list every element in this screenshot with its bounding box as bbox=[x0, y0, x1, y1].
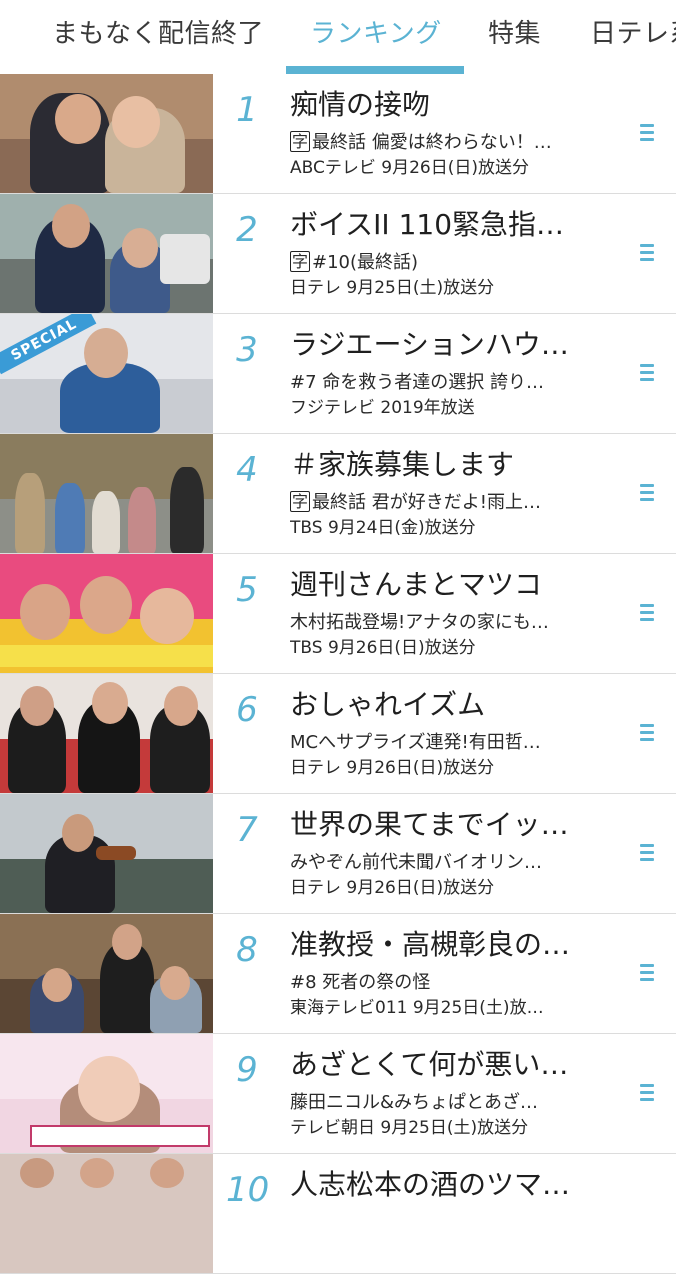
episode-subtitle: 字最終話 君が好きだよ!雨上… bbox=[290, 490, 620, 516]
episode-subtitle-text: 最終話 偏愛は終わらない！… bbox=[312, 132, 552, 153]
episode-subtitle-text: 最終話 君が好きだよ!雨上… bbox=[312, 492, 541, 513]
thumbnail bbox=[0, 674, 213, 793]
rank-number: 8 bbox=[236, 930, 258, 970]
ranking-list: 1 痴情の接吻 字最終話 偏愛は終わらない！… ABCテレビ 9月26日(日)放… bbox=[0, 74, 676, 1274]
ranking-row[interactable]: 10 人志松本の酒のツマ… bbox=[0, 1154, 676, 1274]
tab-ranking[interactable]: ランキング bbox=[310, 16, 442, 52]
broadcast-info: 日テレ 9月26日(日)放送分 bbox=[290, 758, 495, 778]
thumbnail bbox=[0, 914, 213, 1033]
more-menu-icon[interactable] bbox=[640, 244, 656, 264]
more-menu-icon[interactable] bbox=[640, 724, 656, 744]
more-menu-icon[interactable] bbox=[640, 1084, 656, 1104]
ranking-row[interactable]: 2 ボイスII 110緊急指… 字 #10(最終話) 日テレ 9月25日(土)放送… bbox=[0, 194, 676, 314]
program-title: 人志松本の酒のツマ… bbox=[290, 1168, 571, 1201]
caption-badge: 字 bbox=[290, 131, 311, 152]
caption-badge: 字 bbox=[290, 251, 311, 272]
ranking-row[interactable]: 5 週刊さんまとマツコ 木村拓哉登場!アナタの家にも… TBS 9月26日(日)… bbox=[0, 554, 676, 674]
tab-ending-soon[interactable]: まもなく配信終了 bbox=[52, 16, 264, 52]
more-menu-icon[interactable] bbox=[640, 604, 656, 624]
ranking-row[interactable]: 8 准教授・高槻彰良の… #8 死者の祭の怪 東海テレビ011 9月25日(土)… bbox=[0, 914, 676, 1034]
episode-subtitle: 藤田ニコル&みちょぱとあざ… bbox=[290, 1092, 539, 1113]
program-title: ラジエーションハウ… bbox=[290, 328, 569, 361]
broadcast-info: 日テレ 9月26日(日)放送分 bbox=[290, 878, 495, 898]
tab-features[interactable]: 特集 bbox=[488, 16, 541, 52]
rank-number: 2 bbox=[236, 210, 258, 250]
episode-subtitle: みやぞん前代未聞バイオリン… bbox=[290, 852, 542, 873]
broadcast-info: ABCテレビ 9月26日(日)放送分 bbox=[290, 158, 529, 178]
program-title: あざとくて何が悪い… bbox=[290, 1048, 569, 1081]
more-menu-icon[interactable] bbox=[640, 124, 656, 144]
rank-number: 9 bbox=[236, 1050, 258, 1090]
rank-number: 4 bbox=[236, 450, 258, 490]
broadcast-info: TBS 9月26日(日)放送分 bbox=[290, 638, 476, 658]
episode-subtitle: 字最終話 偏愛は終わらない！… bbox=[290, 130, 620, 156]
category-tab-bar: まもなく配信終了 ランキング 特集 日テレ系 bbox=[0, 0, 676, 74]
thumbnail bbox=[0, 554, 213, 673]
episode-subtitle: 字 #10(最終話) bbox=[290, 250, 620, 276]
episode-subtitle: 木村拓哉登場!アナタの家にも… bbox=[290, 612, 549, 633]
rank-number: 5 bbox=[236, 570, 258, 610]
episode-subtitle-text: #10(最終話) bbox=[312, 252, 419, 273]
program-title: 週刊さんまとマツコ bbox=[290, 568, 543, 601]
episode-subtitle: MCへサプライズ連発!有田哲… bbox=[290, 732, 541, 753]
rank-number: 10 bbox=[226, 1170, 270, 1210]
thumbnail bbox=[0, 74, 213, 193]
program-title: ボイスII 110緊急指… bbox=[290, 208, 565, 241]
tab-ntv[interactable]: 日テレ系 bbox=[590, 16, 676, 52]
broadcast-info: テレビ朝日 9月25日(土)放送分 bbox=[290, 1118, 529, 1138]
broadcast-info: TBS 9月24日(金)放送分 bbox=[290, 518, 476, 538]
broadcast-info: 東海テレビ011 9月25日(土)放… bbox=[290, 998, 544, 1018]
broadcast-info: 日テレ 9月25日(土)放送分 bbox=[290, 278, 495, 298]
active-tab-indicator bbox=[286, 66, 464, 74]
thumbnail bbox=[0, 1034, 213, 1153]
more-menu-icon[interactable] bbox=[640, 484, 656, 504]
thumbnail: SPECIAL bbox=[0, 314, 213, 433]
program-title: 痴情の接吻 bbox=[290, 88, 431, 121]
program-title: おしゃれイズム bbox=[290, 688, 486, 721]
program-title: ＃家族募集します bbox=[290, 448, 515, 481]
ranking-row[interactable]: 7 世界の果てまでイッ… みやぞん前代未聞バイオリン… 日テレ 9月26日(日)… bbox=[0, 794, 676, 914]
ranking-row[interactable]: 1 痴情の接吻 字最終話 偏愛は終わらない！… ABCテレビ 9月26日(日)放… bbox=[0, 74, 676, 194]
ranking-row[interactable]: 9 あざとくて何が悪い… 藤田ニコル&みちょぱとあざ… テレビ朝日 9月25日(… bbox=[0, 1034, 676, 1154]
more-menu-icon[interactable] bbox=[640, 964, 656, 984]
ranking-row[interactable]: 4 ＃家族募集します 字最終話 君が好きだよ!雨上… TBS 9月24日(金)放… bbox=[0, 434, 676, 554]
rank-number: 6 bbox=[236, 690, 258, 730]
episode-subtitle: #7 命を救う者達の選択 誇り… bbox=[290, 372, 544, 393]
episode-subtitle: #8 死者の祭の怪 bbox=[290, 972, 431, 993]
thumbnail bbox=[0, 1154, 213, 1273]
broadcast-info: フジテレビ 2019年放送 bbox=[290, 398, 475, 418]
program-title: 准教授・高槻彰良の… bbox=[290, 928, 571, 961]
rank-number: 1 bbox=[236, 90, 258, 130]
rank-number: 3 bbox=[236, 330, 258, 370]
ranking-row[interactable]: SPECIAL 3 ラジエーションハウ… #7 命を救う者達の選択 誇り… フジ… bbox=[0, 314, 676, 434]
thumbnail bbox=[0, 194, 213, 313]
more-menu-icon[interactable] bbox=[640, 364, 656, 384]
program-title: 世界の果てまでイッ… bbox=[290, 808, 569, 841]
rank-number: 7 bbox=[236, 810, 258, 850]
more-menu-icon[interactable] bbox=[640, 844, 656, 864]
ranking-row[interactable]: 6 おしゃれイズム MCへサプライズ連発!有田哲… 日テレ 9月26日(日)放送… bbox=[0, 674, 676, 794]
thumbnail bbox=[0, 794, 213, 913]
thumbnail bbox=[0, 434, 213, 553]
caption-badge: 字 bbox=[290, 491, 311, 512]
